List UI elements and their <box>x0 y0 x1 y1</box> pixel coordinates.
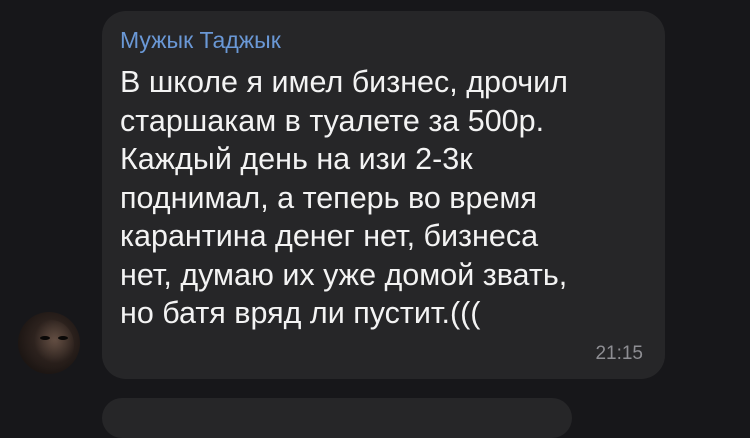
avatar-eye-right <box>58 336 68 340</box>
message-text: В школе я имел бизнес, дрочил старшакам … <box>120 63 650 333</box>
message-timestamp: 21:15 <box>595 343 643 364</box>
avatar-face <box>28 320 74 370</box>
message-line: В школе я имел бизнес, дрочил <box>120 65 568 99</box>
avatar[interactable] <box>18 312 80 374</box>
message-line: Каждый день на изи 2-3к <box>120 142 473 176</box>
sender-name[interactable]: Мужык Таджык <box>120 27 281 54</box>
message-line: поднимал, а теперь во время <box>120 180 537 215</box>
next-message-bubble[interactable] <box>102 398 572 438</box>
avatar-eye-left <box>40 336 50 340</box>
message-line: нет, думаю их уже домой звать, <box>120 257 568 292</box>
message-line: карантина денег нет, бизнеса <box>120 219 539 253</box>
message-line: но батя вряд ли пустит.((( <box>120 296 481 330</box>
message-bubble[interactable]: Мужык Таджык В школе я имел бизнес, дроч… <box>102 11 665 379</box>
message-line: старшакам в туалете за 500р. <box>120 103 545 138</box>
